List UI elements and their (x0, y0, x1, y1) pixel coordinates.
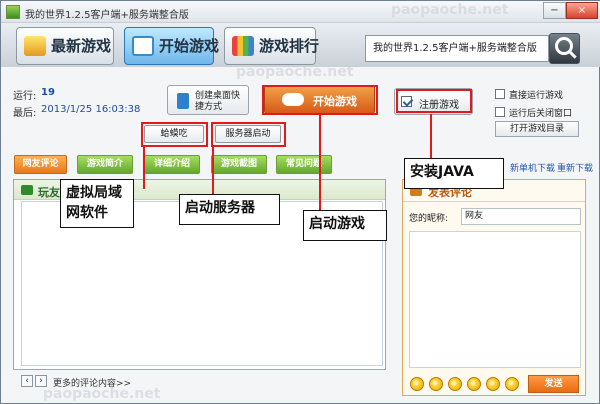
window-title: 我的世界1.2.5客户端+服务端整合版 (25, 10, 189, 21)
watermark-text-bottom: paopaoche.net (43, 386, 161, 402)
search-input[interactable]: 我的世界1.2.5客户端+服务端整合版 (365, 35, 549, 62)
install-java-connector (430, 114, 432, 158)
redownload-link[interactable]: 重新下载 (557, 161, 593, 174)
comments-panel-title: 玩友 (38, 186, 60, 199)
close-after-run-checkbox[interactable] (495, 107, 505, 117)
single-download-link[interactable]: 新单机下载 (510, 161, 555, 174)
search-button[interactable] (549, 33, 580, 64)
run-count-row: 运行: 19 (13, 87, 55, 102)
post-comment-panel: 发表评论 您的昵称: 网友 发送 (402, 179, 586, 396)
previous-page-button[interactable]: ‹ (21, 375, 33, 387)
last-label: 最后: (13, 108, 37, 119)
tab-latest-games[interactable]: 最新游戏 (16, 27, 114, 65)
ranking-chart-icon (232, 36, 254, 56)
laugh-emoji-icon[interactable] (467, 377, 481, 391)
start-game-connector (319, 115, 321, 210)
start-server-callout: 启动服务器 (179, 194, 280, 225)
start-game-highlight (262, 85, 378, 115)
start-game-callout: 启动游戏 (303, 210, 387, 241)
install-java-callout: 安装JAVA (404, 158, 504, 189)
app-logo-icon (6, 5, 20, 19)
smile-emoji-icon[interactable] (410, 377, 424, 391)
shy-emoji-icon[interactable] (486, 377, 500, 391)
server-start-highlight (211, 122, 286, 147)
run-directly-label: 直接运行游戏 (509, 91, 564, 101)
title-bar: 我的世界1.2.5客户端+服务端整合版 − × (1, 1, 600, 23)
open-game-directory-button[interactable]: 打开游戏目录 (495, 121, 579, 137)
close-after-run-label: 运行后关闭窗口 (509, 109, 573, 119)
close-button[interactable]: × (566, 2, 598, 19)
virtual-lan-callout: 虚拟局域网软件 (60, 179, 134, 228)
run-count-value: 19 (41, 87, 55, 98)
nickname-label: 您的昵称: (409, 214, 449, 224)
register-game-highlight (396, 89, 472, 113)
tab-game-intro[interactable]: 游戏简介 (77, 155, 133, 174)
create-desktop-shortcut-button[interactable]: 创建桌面快捷方式 (167, 85, 249, 115)
tab-screenshots[interactable]: 游戏截图 (211, 155, 267, 174)
watermark-text-top: paopaoche.net (391, 2, 509, 18)
minimize-button[interactable]: − (543, 2, 566, 19)
tab-game-ranking-label: 游戏排行 (259, 37, 320, 55)
gamepad-icon (132, 36, 154, 56)
last-run-value: 2013/1/25 16:03:38 (41, 104, 141, 115)
send-comment-button[interactable]: 发送 (528, 375, 579, 393)
watermark-text: paopaoche.net (236, 64, 354, 80)
comment-input[interactable] (409, 231, 581, 368)
virtual-lan-connector (143, 145, 145, 189)
happy-emoji-icon[interactable] (505, 377, 519, 391)
tab-user-reviews[interactable]: 网友评论 (14, 155, 67, 174)
chat-bubble-icon (21, 185, 33, 195)
latest-games-icon (24, 36, 46, 56)
nickname-input[interactable]: 网友 (461, 208, 581, 225)
search-icon (555, 37, 573, 55)
create-desktop-shortcut-label: 创建桌面快捷方式 (195, 91, 241, 112)
run-directly-checkbox[interactable] (495, 89, 505, 99)
angry-emoji-icon[interactable] (448, 377, 462, 391)
hamachi-highlight (141, 122, 208, 147)
tab-latest-games-label: 最新游戏 (51, 37, 112, 55)
run-label: 运行: (13, 91, 37, 102)
desktop-shortcut-icon (177, 93, 189, 109)
cool-emoji-icon[interactable] (429, 377, 443, 391)
tab-start-game-label: 开始游戏 (159, 37, 220, 55)
tab-faq[interactable]: 常见问题 (276, 155, 332, 174)
application-window: 我的世界1.2.5客户端+服务端整合版 − × 最新游戏 开始游戏 游戏排行 我… (0, 0, 600, 404)
tab-start-game[interactable]: 开始游戏 (124, 27, 219, 65)
tab-detailed-intro[interactable]: 详细介绍 (144, 155, 200, 174)
server-start-connector (212, 145, 214, 194)
tab-game-ranking[interactable]: 游戏排行 (224, 27, 320, 65)
last-run-row: 最后: 2013/1/25 16:03:38 (13, 104, 140, 119)
